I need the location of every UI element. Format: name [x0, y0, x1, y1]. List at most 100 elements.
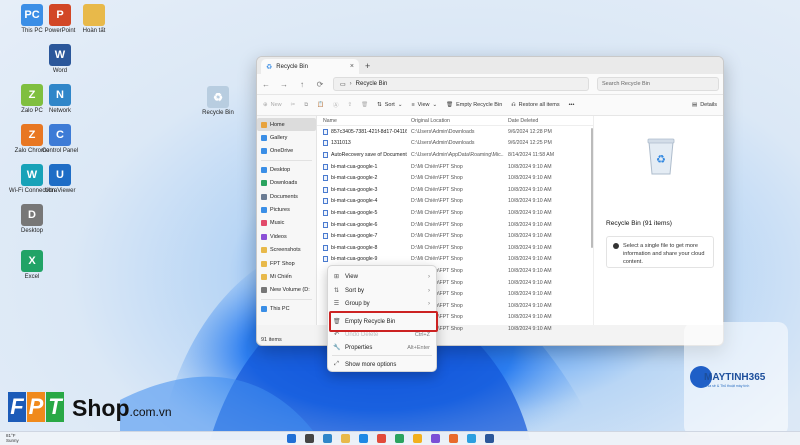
- desktop-icon-label: Recycle Bin: [202, 110, 234, 116]
- desktop-icon-label: Word: [52, 68, 68, 74]
- desktop-icon[interactable]: U UltraViewer: [34, 164, 86, 195]
- close-tab-icon[interactable]: ×: [350, 63, 354, 70]
- file-location: D:\Mi Chiến\FPT Shop: [411, 175, 463, 182]
- nav-item[interactable]: New Volume (D:: [257, 284, 316, 297]
- taskbar-app-icon[interactable]: [395, 434, 404, 443]
- sort-button[interactable]: ⇅ Sort ⌄: [377, 102, 402, 108]
- menu-item-show-more-options[interactable]: ⤢ Show more options: [328, 358, 436, 371]
- column-name[interactable]: Name: [317, 118, 407, 124]
- column-headers: Name Original Location Date Deleted: [317, 116, 593, 126]
- menu-item-properties[interactable]: 🔧 Properties Alt+Enter: [328, 341, 436, 354]
- column-original-location[interactable]: Original Location: [407, 118, 504, 124]
- file-icon: [323, 221, 328, 228]
- recycle-bin-icon: 🗑: [446, 102, 454, 108]
- nav-item[interactable]: Downloads: [257, 177, 316, 190]
- file-row[interactable]: bi-mat-cua-google-5 D:\Mi Chiến\FPT Shop 1…: [317, 207, 593, 219]
- file-row[interactable]: AutoRecovery save of Document2 C:\Users\A…: [317, 149, 593, 161]
- desktop-icon[interactable]: D Desktop: [6, 204, 58, 235]
- desktop-icon[interactable]: Hoàn tất: [68, 4, 120, 35]
- copy-icon[interactable]: ⧉: [304, 102, 308, 109]
- nav-item[interactable]: This PC: [257, 302, 316, 315]
- nav-item[interactable]: Mi Chiến: [257, 270, 316, 283]
- nav-item[interactable]: Documents: [257, 190, 316, 203]
- folder-icon: [261, 273, 267, 280]
- restore-all-button[interactable]: ⎌ Restore all items: [511, 102, 559, 109]
- file-row[interactable]: 857c3405-7381-421f-8d17-04116be... C:\Use…: [317, 126, 593, 138]
- taskbar-app-icon[interactable]: [413, 434, 422, 443]
- rename-icon[interactable]: Ⓐ: [333, 101, 339, 109]
- new-tab-button[interactable]: +: [365, 61, 370, 71]
- desktop-icon[interactable]: X Excel: [6, 250, 58, 281]
- file-row[interactable]: bi-mat-cua-google-1 D:\Mi Chiến\FPT Shop 1…: [317, 161, 593, 173]
- menu-item-group-by[interactable]: ☰ Group by ›: [328, 297, 436, 310]
- nav-item[interactable]: OneDrive: [257, 145, 316, 158]
- nav-item[interactable]: Videos: [257, 230, 316, 243]
- file-name: bi-mat-cua-google-9: [331, 256, 378, 263]
- back-arrow-icon[interactable]: ←: [261, 80, 271, 89]
- desktop-icon[interactable]: N Network: [34, 84, 86, 115]
- desktop-icon-label: Network: [48, 108, 71, 114]
- desktop-icon[interactable]: C Control Panel: [34, 124, 86, 155]
- up-arrow-icon[interactable]: ↑: [297, 80, 307, 89]
- address-bar[interactable]: ▭ › Recycle Bin: [333, 77, 589, 91]
- nav-item[interactable]: Home: [257, 118, 316, 132]
- file-name: 1311013: [331, 140, 351, 147]
- taskbar-app-icon[interactable]: [467, 434, 476, 443]
- taskbar-app-icon[interactable]: [359, 434, 368, 443]
- taskbar-app-icon[interactable]: [287, 434, 296, 443]
- search-input[interactable]: Search Recycle Bin: [597, 77, 719, 91]
- forward-arrow-icon[interactable]: →: [279, 80, 289, 89]
- preview-info-card: Select a single file to get more informa…: [606, 236, 714, 268]
- nav-item[interactable]: FPT Shop: [257, 257, 316, 270]
- file-row[interactable]: bi-mat-cua-google-8 D:\Mi Chiến\FPT Shop 1…: [317, 242, 593, 254]
- file-row[interactable]: bi-mat-cua-google-6 D:\Mi Chiến\FPT Shop 1…: [317, 219, 593, 231]
- cut-icon[interactable]: ✂: [291, 102, 296, 108]
- app-icon: X: [21, 250, 43, 272]
- file-row[interactable]: 1311013 C:\Users\Admin\Downloads 9/6/2024 …: [317, 138, 593, 150]
- sort-icon: ⇅: [333, 288, 340, 294]
- tab-recycle-bin[interactable]: ♻ Recycle Bin ×: [261, 59, 359, 74]
- nav-item[interactable]: Music: [257, 217, 316, 230]
- weather-widget[interactable]: 81°F Sunny: [6, 433, 19, 443]
- file-date: 10/8/2024 9:10 AM: [508, 209, 552, 216]
- details-button[interactable]: ▤ Details: [692, 102, 717, 108]
- column-date-deleted[interactable]: Date Deleted: [504, 118, 579, 124]
- file-row[interactable]: bi-mat-cua-google-4 D:\Mi Chiến\FPT Shop 1…: [317, 196, 593, 208]
- taskbar-app-icon[interactable]: [305, 434, 314, 443]
- taskbar-app-icon[interactable]: [485, 434, 494, 443]
- file-row[interactable]: bi-mat-cua-google-2 D:\Mi Chiến\FPT Shop 1…: [317, 172, 593, 184]
- refresh-icon[interactable]: ⟳: [315, 80, 325, 89]
- taskbar-app-icon[interactable]: [341, 434, 350, 443]
- breadcrumb-chevron-icon: ›: [349, 81, 352, 87]
- menu-item-view[interactable]: ⊞ View ›: [328, 270, 436, 283]
- more-options-button[interactable]: •••: [569, 102, 575, 108]
- file-icon: [323, 244, 328, 251]
- fpt-letters: F P T: [8, 392, 64, 422]
- file-row[interactable]: bi-mat-cua-google-9 D:\Mi Chiến\FPT Shop 1…: [317, 254, 593, 266]
- file-row[interactable]: bi-mat-cua-google-7 D:\Mi Chiến\FPT Shop 1…: [317, 230, 593, 242]
- taskbar-app-icon[interactable]: [449, 434, 458, 443]
- taskbar-app-icon[interactable]: [431, 434, 440, 443]
- file-location: C:\Users\Admin\Downloads: [411, 128, 475, 135]
- paste-icon[interactable]: 📋: [317, 102, 324, 108]
- folder-icon: [261, 148, 267, 155]
- nav-item[interactable]: Gallery: [257, 131, 316, 144]
- share-icon[interactable]: ⇪: [348, 102, 353, 108]
- desktop-icon[interactable]: W Word: [34, 44, 86, 75]
- nav-item[interactable]: Pictures: [257, 203, 316, 216]
- taskbar-app-icon[interactable]: [377, 434, 386, 443]
- delete-icon[interactable]: 🗑: [361, 102, 368, 108]
- folder-icon: [261, 260, 267, 267]
- folder-icon: [261, 166, 267, 173]
- taskbar-app-icon[interactable]: [323, 434, 332, 443]
- nav-item[interactable]: Desktop: [257, 163, 316, 176]
- nav-item[interactable]: Screenshots: [257, 244, 316, 257]
- empty-recycle-bin-button[interactable]: 🗑 Empty Recycle Bin: [446, 102, 502, 108]
- file-row[interactable]: bi-mat-cua-google-3 D:\Mi Chiến\FPT Shop 1…: [317, 184, 593, 196]
- file-date: 10/8/2024 9:10 AM: [508, 233, 552, 240]
- view-button[interactable]: ≡ View ⌄: [411, 102, 437, 108]
- menu-item-sort-by[interactable]: ⇅ Sort by ›: [328, 284, 436, 297]
- shortcut-label: Ctrl+Z: [414, 331, 430, 338]
- new-button[interactable]: ⊕ New: [263, 102, 282, 108]
- desktop-icon[interactable]: ♻ Recycle Bin: [192, 86, 244, 117]
